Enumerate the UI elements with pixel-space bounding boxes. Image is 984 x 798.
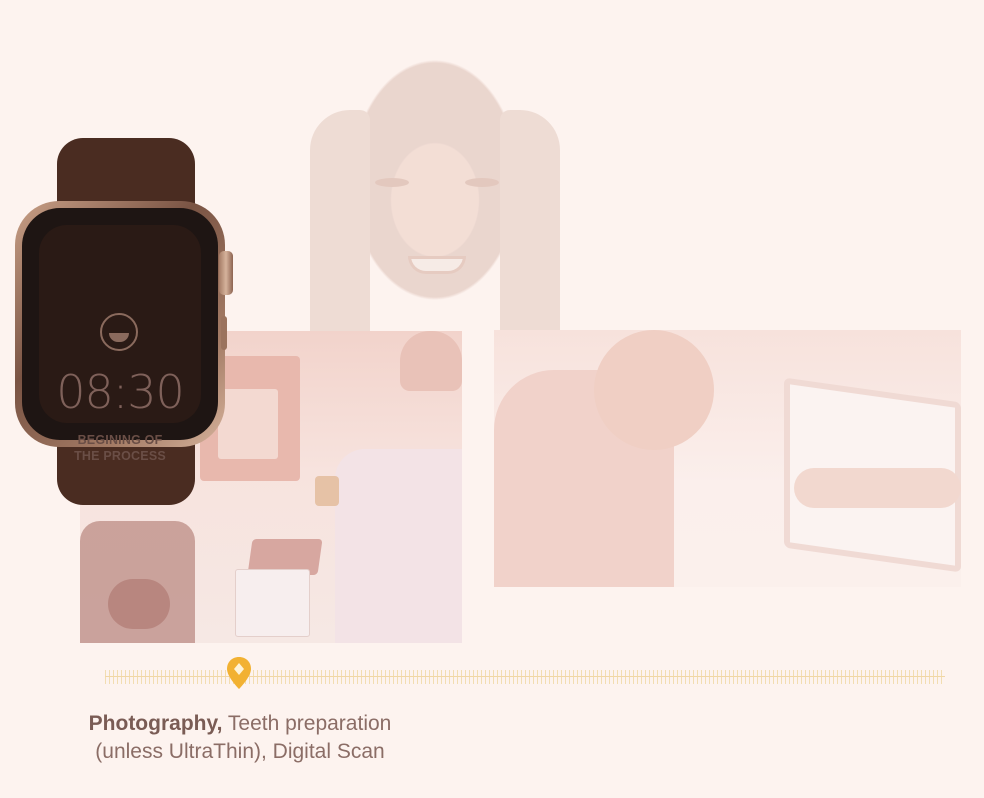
pointing-arm [794,468,961,508]
watch-caption-line1: BEGINING OF [77,433,163,447]
person-head [594,330,714,450]
smartwatch: 08:30 BEGINING OF THE PROCESS [15,138,235,505]
dentist-photo [494,330,961,587]
stage-description-line2: (unless UltraThin), Digital Scan [95,740,385,763]
person-head [400,331,462,391]
coffee-cup [315,476,339,506]
watch-crown [219,251,233,295]
location-pin-icon[interactable] [226,656,252,690]
person-shirt [335,449,462,643]
watch-caption-line2: THE PROCESS [74,449,166,463]
portrait-eye-left [375,178,409,187]
watch-side-button [221,316,227,350]
woman-portrait-image [300,30,570,370]
portrait-eye-right [465,178,499,187]
keyboard [235,569,310,637]
watch-case: 08:30 BEGINING OF THE PROCESS [15,201,225,463]
portrait-smile [408,256,466,274]
watch-time: 08:30 [56,365,185,419]
smile-icon [100,313,138,351]
stage-description: Photography, Teeth preparation (unless U… [60,710,420,766]
stage-description-line1: Teeth preparation [222,712,392,735]
watch-caption: BEGINING OF THE PROCESS [15,432,225,464]
stage-title: Photography, [88,712,223,735]
camera-lens [108,579,170,629]
process-slide: 08:30 BEGINING OF THE PROCESS Photograph… [0,0,984,798]
